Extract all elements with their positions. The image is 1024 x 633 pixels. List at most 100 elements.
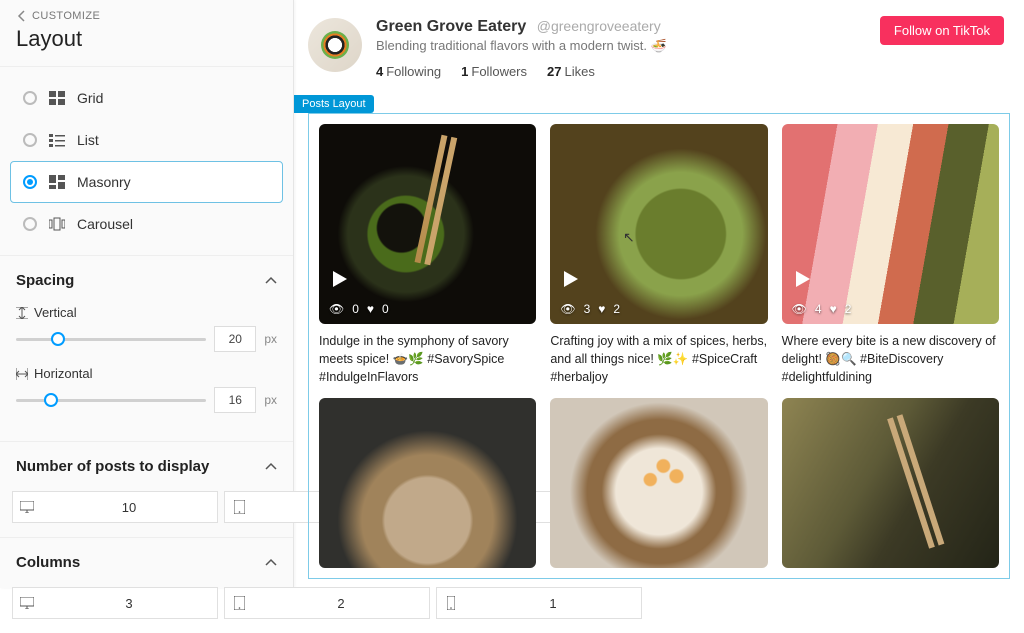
desktop-icon [13,501,41,513]
chevron-up-icon [265,461,277,473]
section-title: Columns [16,554,80,571]
masonry-icon [49,175,65,189]
post-card[interactable]: 👁 4 ♥ 2 Where every bite is a new discover… [782,124,999,386]
back-label: CUSTOMIZE [32,10,100,22]
views-count: 0 [352,302,359,316]
unit-label: px [264,332,277,346]
layout-option-list[interactable]: List [10,119,283,161]
chevron-up-icon [265,557,277,569]
section-toggle-posts[interactable]: Number of posts to display [0,442,293,491]
followers-count: 1 [461,64,468,79]
tablet-icon [225,596,253,610]
unit-label: px [264,393,277,407]
play-icon [329,269,349,294]
back-button[interactable]: CUSTOMIZE [16,10,277,22]
cols-mobile-input[interactable] [465,588,641,618]
post-thumbnail[interactable]: 👁 3 ♥ 2 [550,124,767,324]
radio-icon [23,133,37,147]
layout-option-grid[interactable]: Grid [10,77,283,119]
vertical-label: Vertical [34,305,77,320]
post-caption: Where every bite is a new discovery of d… [782,332,999,386]
chevron-up-icon [265,275,277,287]
desktop-icon [13,597,41,609]
profile-name: Green Grove Eatery [376,18,526,35]
post-thumbnail[interactable] [550,398,767,568]
eye-icon: 👁 [560,302,575,316]
play-icon [560,269,580,294]
section-title: Spacing [16,272,74,289]
section-columns: Columns [0,537,293,633]
section-spacing: Spacing Vertical px Horizontal [0,255,293,441]
post-caption: Crafting joy with a mix of spices, herbs… [550,332,767,386]
section-toggle-spacing[interactable]: Spacing [0,256,293,305]
posts-desktop-input[interactable] [41,492,217,522]
post-card[interactable]: 👁 0 ♥ 0 Indulge in the symphony of savory … [319,124,536,386]
likes-count: 2 [845,302,852,316]
play-icon [792,269,812,294]
mobile-icon [437,596,465,610]
likes-count: 2 [613,302,620,316]
post-card[interactable] [319,398,536,568]
heart-icon: ♥ [598,302,605,316]
horizontal-spacing-input[interactable] [214,387,256,413]
eye-icon: 👁 [792,302,807,316]
list-icon [49,133,65,147]
views-count: 3 [584,302,591,316]
post-card[interactable] [550,398,767,568]
post-card[interactable]: 👁 3 ♥ 2 Crafting joy with a mix of spices,… [550,124,767,386]
option-label: Masonry [77,174,131,190]
horizontal-spacing-icon [16,368,28,380]
sidebar-title: Layout [16,26,277,52]
radio-icon [23,91,37,105]
views-count: 4 [815,302,822,316]
option-label: Carousel [77,216,133,232]
post-caption: Indulge in the symphony of savory meets … [319,332,536,386]
follow-button[interactable]: Follow on TikTok [880,16,1004,45]
carousel-icon [49,217,65,231]
horizontal-spacing-slider[interactable] [16,399,206,402]
vertical-spacing-icon [16,307,28,319]
likes-count: 27 [547,64,561,79]
section-toggle-columns[interactable]: Columns [0,538,293,587]
post-thumbnail[interactable]: 👁 0 ♥ 0 [319,124,536,324]
tablet-icon [225,500,253,514]
vertical-spacing-input[interactable] [214,326,256,352]
section-num-posts: Number of posts to display [0,441,293,537]
avatar [308,18,362,72]
layout-option-masonry[interactable]: Masonry [10,161,283,203]
post-thumbnail[interactable]: 👁 4 ♥ 2 [782,124,999,324]
eye-icon: 👁 [329,302,344,316]
cols-tablet-input[interactable] [253,588,429,618]
posts-layout-region[interactable]: 👁 0 ♥ 0 Indulge in the symphony of savory … [308,113,1010,579]
radio-icon [23,175,37,189]
customize-sidebar: CUSTOMIZE Layout Grid List Masonry Carou… [0,0,294,588]
followers-label: Followers [471,64,527,79]
cols-tablet-field[interactable] [224,587,430,619]
post-card[interactable] [782,398,999,568]
avatar-image [321,31,349,59]
sidebar-header: CUSTOMIZE Layout [0,0,293,67]
horizontal-label: Horizontal [34,366,93,381]
profile-stats: 4Following 1Followers 27Likes [376,64,1010,79]
preview-pane: Green Grove Eatery @greengroveeatery Ble… [294,0,1024,588]
layout-options: Grid List Masonry Carousel [0,67,293,255]
post-thumbnail[interactable] [782,398,999,568]
posts-desktop-field[interactable] [12,491,218,523]
heart-icon: ♥ [367,302,374,316]
post-thumbnail[interactable] [319,398,536,568]
likes-label: Likes [564,64,594,79]
option-label: List [77,132,99,148]
cols-desktop-input[interactable] [41,588,217,618]
heart-icon: ♥ [830,302,837,316]
section-title: Number of posts to display [16,458,209,475]
following-label: Following [386,64,441,79]
vertical-spacing-slider[interactable] [16,338,206,341]
cols-desktop-field[interactable] [12,587,218,619]
cols-mobile-field[interactable] [436,587,642,619]
profile-handle: @greengroveeatery [537,18,661,34]
layout-option-carousel[interactable]: Carousel [10,203,283,245]
posts-layout-label: Posts Layout [294,95,374,113]
likes-count: 0 [382,302,389,316]
option-label: Grid [77,90,103,106]
chevron-left-icon [16,10,28,22]
